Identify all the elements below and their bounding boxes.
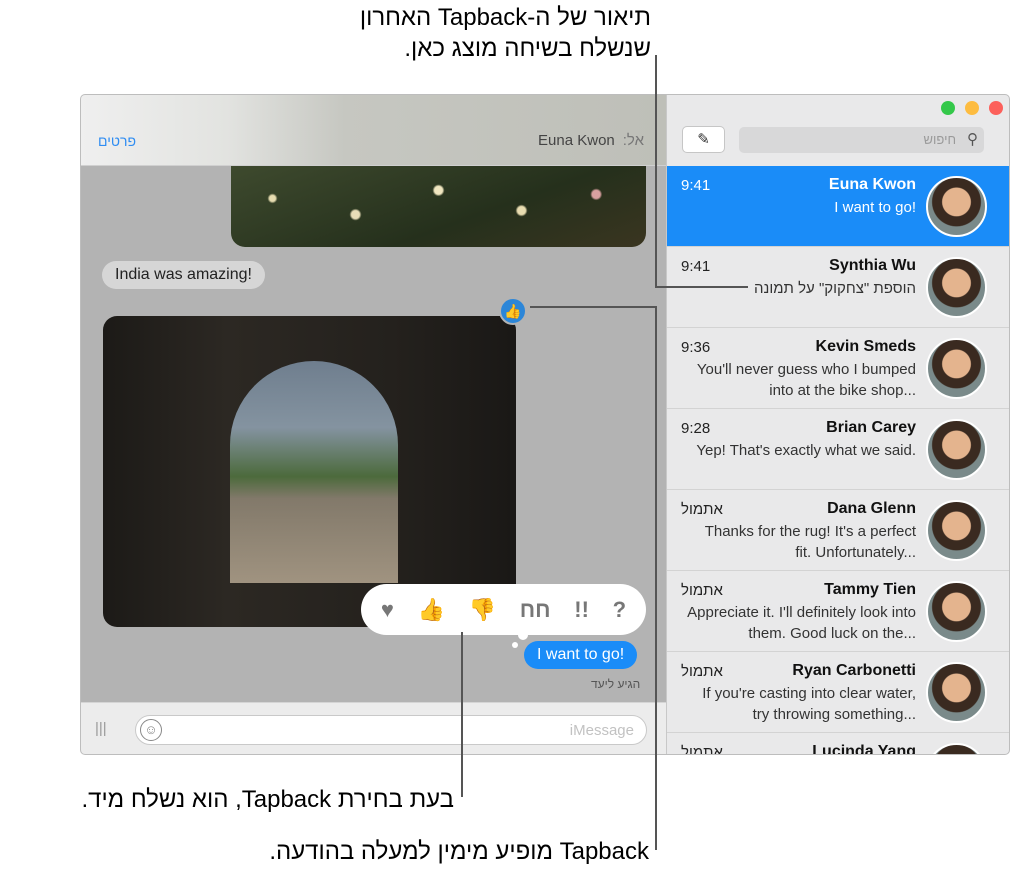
compose-button[interactable]: ✎ <box>682 126 725 153</box>
callout-choose-tapback: בעת בחירת Tapback, הוא נשלח מיד. <box>81 786 454 813</box>
picker-tail <box>518 630 528 640</box>
conversation-item[interactable]: Dana Glenn אתמול Thanks for the rug! It's … <box>667 490 1009 571</box>
callout-line <box>461 632 463 797</box>
avatar <box>926 581 987 642</box>
avatar <box>926 176 987 237</box>
composer: ||| ☺ iMessage <box>81 702 666 754</box>
callout-line <box>655 55 657 288</box>
contact-name: Synthia Wu <box>829 257 916 274</box>
callout-line <box>655 286 748 288</box>
input-placeholder: iMessage <box>569 722 634 739</box>
message-preview: If you're casting into clear water, try … <box>702 685 916 723</box>
callout-line <box>655 306 657 850</box>
recipient-name: Euna Kwon <box>538 132 615 149</box>
question-icon[interactable]: ? <box>613 597 626 623</box>
thumbs-up-icon[interactable]: 👍 <box>418 597 445 623</box>
conversation-item[interactable]: Brian Carey 9:28 Yep! That's exactly what … <box>667 409 1009 490</box>
exclamation-icon[interactable]: !! <box>574 597 589 623</box>
haha-icon[interactable]: חח <box>520 597 551 623</box>
contact-name: Brian Carey <box>826 419 916 436</box>
message-preview: Thanks for the rug! It's a perfect fit. … <box>704 523 916 561</box>
avatar <box>926 743 987 754</box>
contact-name: Lucinda Yang <box>812 743 916 755</box>
timestamp: 9:41 <box>681 258 711 275</box>
to-label: אל: <box>622 132 644 149</box>
contact-name: Ryan Carbonetti <box>792 662 916 679</box>
timestamp: 9:41 <box>681 177 711 194</box>
avatar <box>926 257 987 318</box>
conversation-item[interactable]: Kevin Smeds 9:36 You'll never guess who I … <box>667 328 1009 409</box>
message-preview: I want to go! <box>834 199 916 216</box>
conversation-item[interactable]: Tammy Tien אתמול Appreciate it. I'll defin… <box>667 571 1009 652</box>
timestamp: אתמול <box>681 501 723 518</box>
avatar <box>926 500 987 561</box>
avatar <box>926 662 987 723</box>
zoom-button[interactable] <box>941 101 955 115</box>
thumbs-down-icon[interactable]: 👎 <box>469 597 496 623</box>
callout-last-tapback: תיאור של ה-Tapback האחרון שנשלח בשיחה מו… <box>151 2 651 64</box>
search-input[interactable]: ⚲ חיפוש <box>739 127 984 153</box>
message-preview: You'll never guess who I bumped into at … <box>696 361 916 399</box>
outgoing-message[interactable]: I want to go! <box>524 641 638 669</box>
conversation-item[interactable]: Ryan Carbonetti אתמול If you're casting in… <box>667 652 1009 733</box>
photo-message-flowers[interactable] <box>231 166 646 247</box>
picker-tail <box>512 642 518 648</box>
message-preview: הוספת "צחקוק" על תמונה <box>754 280 916 297</box>
timestamp: 9:36 <box>681 339 711 356</box>
timestamp: אתמול <box>681 582 723 599</box>
minimize-button[interactable] <box>965 101 979 115</box>
avatar <box>926 419 987 480</box>
conversation-header: פרטים אל: Euna Kwon <box>81 95 666 166</box>
delivered-status: הגיע ליעד <box>591 677 641 691</box>
message-preview: Yep! That's exactly what we said. <box>696 442 916 459</box>
heart-icon[interactable]: ♥ <box>381 597 394 623</box>
search-icon: ⚲ <box>967 131 978 148</box>
recipient: אל: Euna Kwon <box>538 132 644 149</box>
compose-icon: ✎ <box>697 131 710 148</box>
close-button[interactable] <box>989 101 1003 115</box>
callout-tapback-position: Tapback מופיע מימין למעלה בהודעה. <box>269 838 649 865</box>
callout-line <box>530 306 656 308</box>
contact-name: Tammy Tien <box>824 581 916 598</box>
photo-message-arch[interactable] <box>103 316 516 627</box>
window-controls <box>941 101 1003 115</box>
conversation-item[interactable]: Lucinda Yang אתמול <box>667 733 1009 755</box>
sidebar: ✎ ⚲ חיפוש Euna Kwon 9:41 I want to go! Synt… <box>666 95 1009 755</box>
emoji-icon[interactable]: ☺ <box>140 719 162 741</box>
message-input[interactable]: ☺ iMessage <box>135 715 647 745</box>
avatar <box>926 338 987 399</box>
arch-view <box>230 361 398 583</box>
messages-window: פרטים אל:Euna Kwon India was amazing! 👍 … <box>80 94 1010 755</box>
conversation-item[interactable]: Euna Kwon 9:41 I want to go! <box>667 166 1009 247</box>
details-button[interactable]: פרטים <box>98 133 136 149</box>
contact-name: Euna Kwon <box>828 176 916 193</box>
contact-name: Dana Glenn <box>827 500 916 517</box>
contact-name: Kevin Smeds <box>815 338 916 355</box>
timestamp: אתמול <box>681 744 723 755</box>
search-placeholder: חיפוש <box>923 132 956 147</box>
timestamp: 9:28 <box>681 420 711 437</box>
timestamp: אתמול <box>681 663 723 680</box>
audio-icon[interactable]: ||| <box>95 720 107 737</box>
tapback-picker: ♥ 👍 👎 חח!!? <box>361 584 646 635</box>
incoming-message: India was amazing! <box>102 261 265 289</box>
message-preview: Appreciate it. I'll definitely look into… <box>687 604 916 642</box>
thumbs-up-icon: 👍 <box>499 297 527 325</box>
callout-line: שנשלח בשיחה מוצג כאן. <box>404 35 651 62</box>
callout-line: תיאור של ה-Tapback האחרון <box>359 4 651 31</box>
